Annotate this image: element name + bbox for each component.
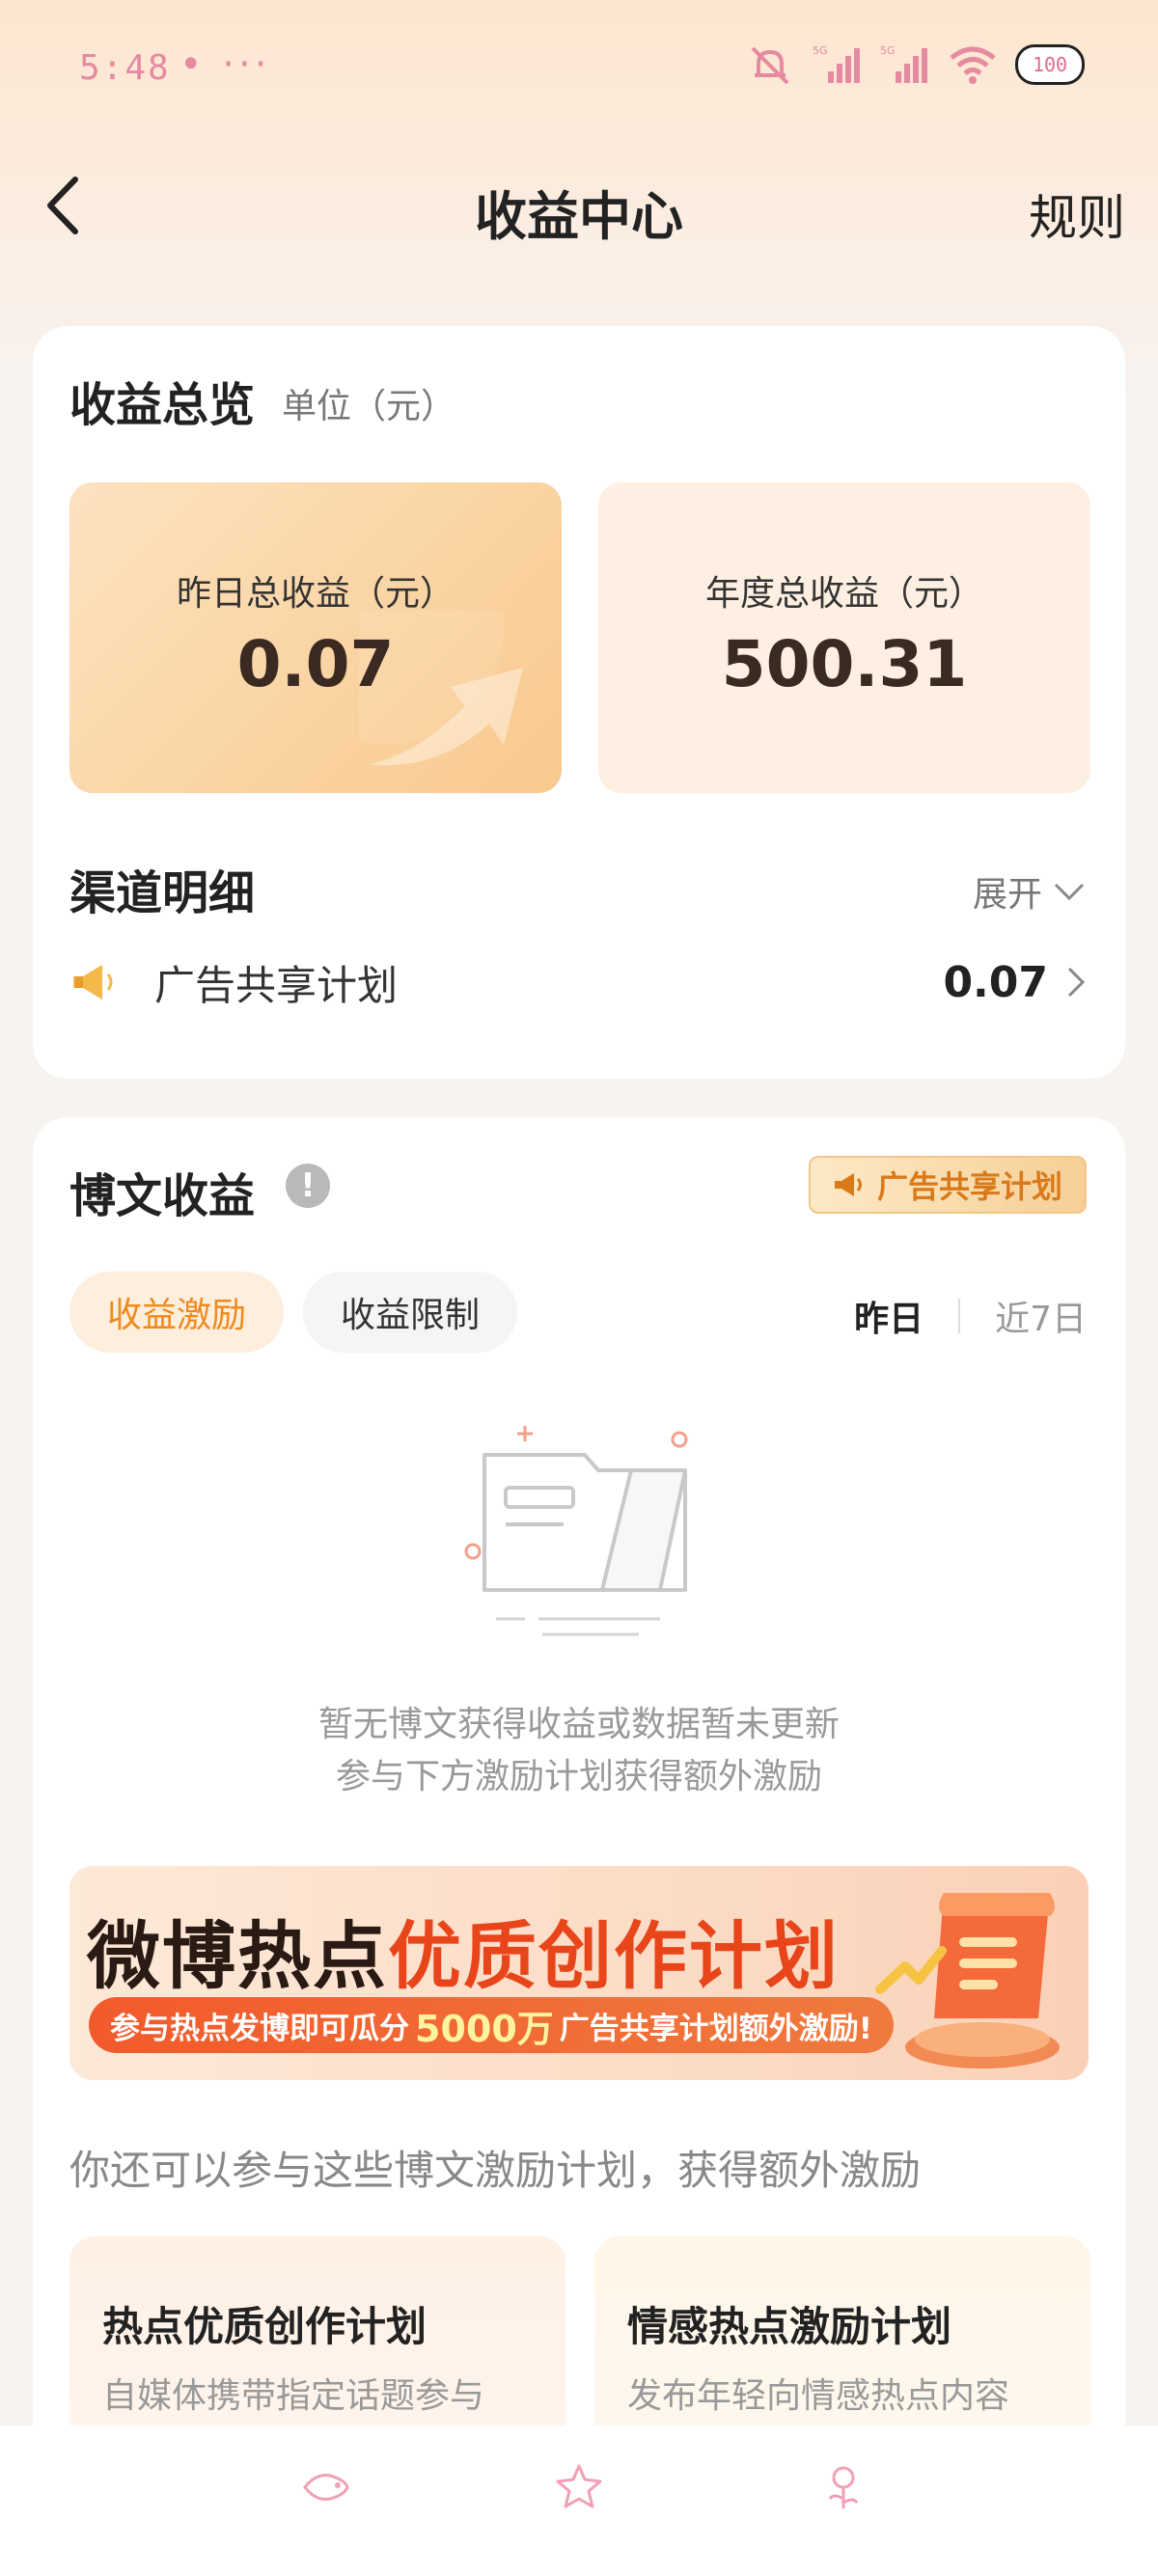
annual-earnings-label: 年度总收益（元） [704, 574, 983, 614]
banner-sub-before: 参与热点发博即可瓜分 [110, 2011, 409, 2046]
bottom-bar [0, 2425, 1158, 2576]
overview-title: 收益总览 [69, 378, 256, 432]
status-notification-dots: • ··· [179, 42, 271, 87]
signal-label: 5G [813, 44, 828, 57]
yesterday-earnings-value: 0.07 [236, 627, 395, 701]
empty-message-line1: 暂无博文获得收益或数据暂未更新 [317, 1705, 840, 1744]
empty-folder-illustration [464, 1426, 688, 1636]
range-7-days[interactable]: 近7日 [995, 1291, 1087, 1341]
chevron-down-icon [1054, 883, 1085, 901]
empty-message-line2: 参与下方激励计划获得额外激励 [335, 1757, 822, 1796]
tab-earnings-restriction[interactable]: 收益限制 [303, 1272, 517, 1353]
chevron-right-icon [1067, 967, 1086, 998]
fish-icon[interactable] [299, 2460, 353, 2514]
channel-value: 0.07 [943, 957, 1048, 1007]
banner-title-part1: 微博热点 [87, 1913, 388, 1999]
signal-label-2: 5G [880, 44, 896, 57]
plan-desc: 自媒体携带指定话题参与 [102, 2376, 485, 2416]
plan-desc: 发布年轻向情感热点内容 [627, 2376, 1010, 2416]
date-range-switch: 昨日 近7日 [854, 1291, 1087, 1341]
yesterday-earnings-box[interactable]: 昨日总收益（元） 0.07 [69, 482, 562, 793]
wifi-icon [950, 46, 996, 84]
star-flower-icon[interactable] [552, 2460, 606, 2514]
ad-share-badge-label: 广告共享计划 [876, 1168, 1062, 1205]
banner-sub-after: 广告共享计划额外激励! [559, 2011, 872, 2046]
signal-icon: 5G [813, 44, 860, 83]
earnings-overview-card: 收益总览 单位（元） 昨日总收益（元） 0.07 年度总收益（元） 500.31… [33, 326, 1125, 1079]
banner-sub-highlight: 5000万 [415, 2007, 554, 2050]
rules-link[interactable]: 规则 [1029, 179, 1125, 249]
blog-earnings-card: 博文收益 ! 广告共享计划 收益激励 收益限制 昨日 近7日 暂无博文获得收益或… [33, 1117, 1125, 2576]
hot-topic-creation-banner[interactable]: 微博热点优质创作计划 参与热点发博即可瓜分 5000万 广告共享计划额外激励! [69, 1866, 1089, 2080]
expand-label: 展开 [972, 875, 1042, 915]
more-plans-intro: 你还可以参与这些博文激励计划，获得额外激励 [69, 2147, 922, 2194]
ad-share-badge[interactable]: 广告共享计划 [809, 1156, 1087, 1214]
megaphone-icon [834, 1173, 862, 1196]
channel-detail-title: 渠道明细 [69, 866, 256, 920]
banner-title-part2: 优质创作计划 [388, 1913, 840, 1999]
banner-subtitle: 参与热点发博即可瓜分 5000万 广告共享计划额外激励! [89, 1997, 894, 2053]
yesterday-earnings-label: 昨日总收益（元） [176, 574, 455, 614]
range-yesterday[interactable]: 昨日 [854, 1291, 924, 1341]
annual-earnings-box[interactable]: 年度总收益（元） 500.31 [598, 482, 1090, 793]
page: 5:48 • ··· 5G 5G 100 收益中心 规则 收益总览 单位（元） … [0, 0, 1158, 2576]
status-icons: 5G 5G 100 [745, 42, 1085, 87]
tab-earnings-incentive[interactable]: 收益激励 [69, 1272, 284, 1353]
plan-title: 情感热点激励计划 [627, 2303, 952, 2350]
channel-row-ad-share[interactable]: 广告共享计划 0.07 [69, 944, 1087, 1021]
signal-icon-2: 5G [880, 44, 927, 83]
banner-title: 微博热点优质创作计划 [87, 1897, 840, 2003]
range-divider [958, 1299, 961, 1333]
status-time: 5:48 [79, 48, 171, 88]
info-icon[interactable]: ! [286, 1164, 330, 1208]
blog-earnings-title: 博文收益 [69, 1169, 256, 1223]
status-bar: 5:48 • ··· 5G 5G 100 [0, 0, 1158, 135]
expand-toggle[interactable]: 展开 [973, 866, 1087, 917]
overview-unit: 单位（元） [282, 387, 456, 426]
flower-icon[interactable] [816, 2460, 870, 2514]
annual-earnings-value: 500.31 [721, 627, 968, 701]
plan-title: 热点优质创作计划 [102, 2303, 427, 2350]
page-title: 收益中心 [475, 186, 683, 247]
mute-bell-icon [751, 46, 789, 85]
battery-icon: 100 [1015, 44, 1085, 85]
channel-name: 广告共享计划 [154, 961, 399, 1009]
nav-bar: 收益中心 规则 [0, 154, 1158, 260]
scroll-trophy-icon [875, 1893, 1060, 2069]
megaphone-icon [73, 965, 113, 1000]
